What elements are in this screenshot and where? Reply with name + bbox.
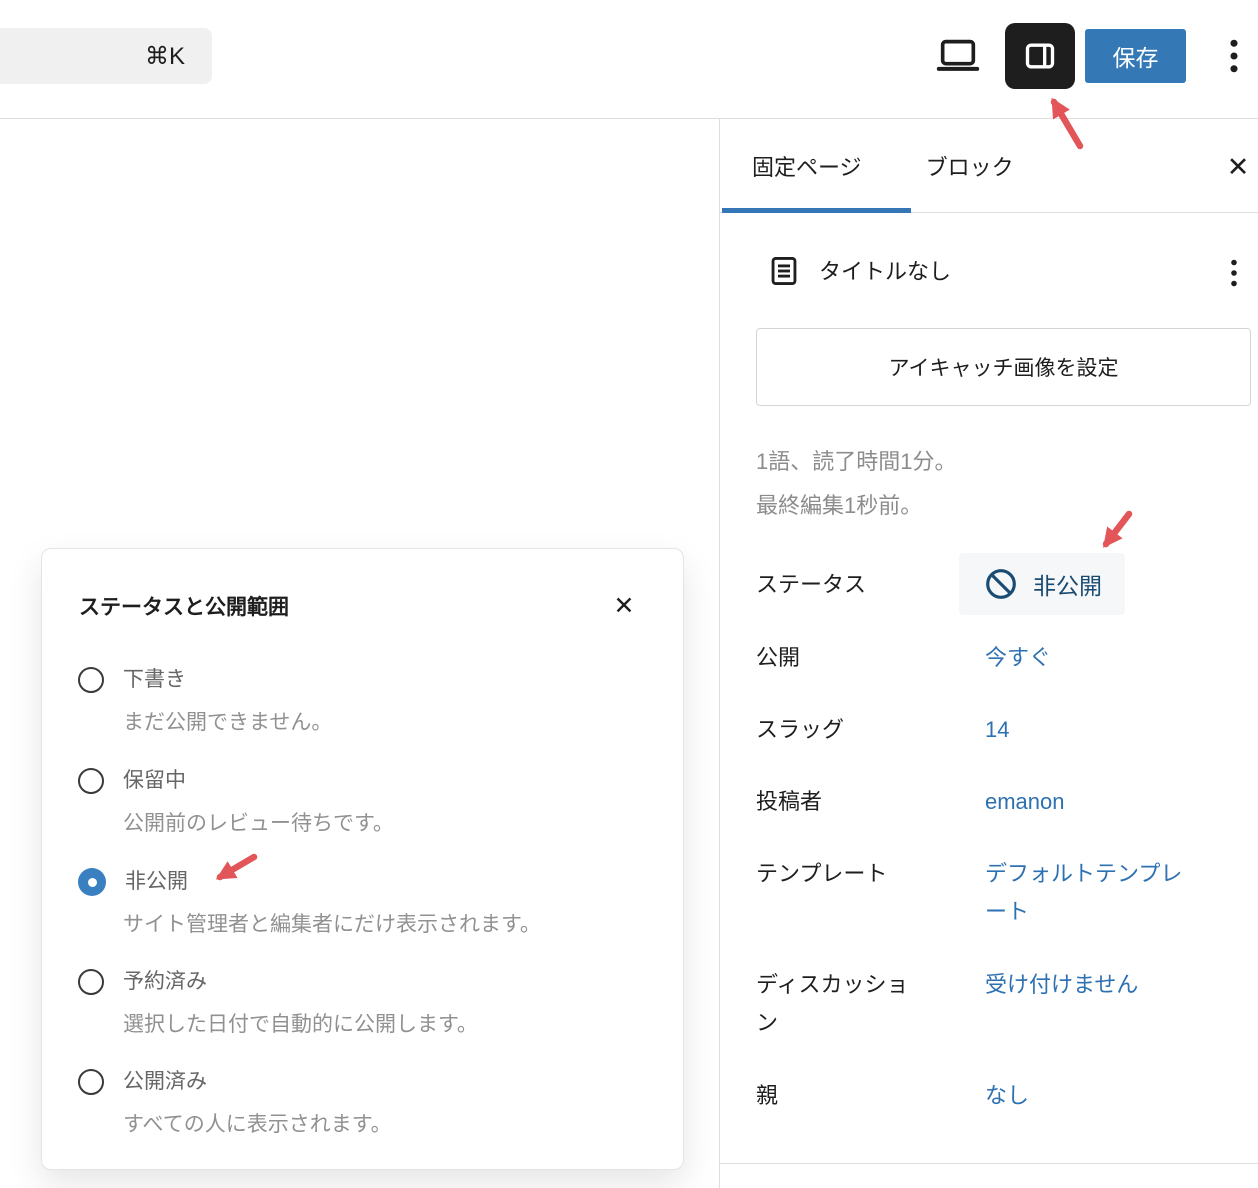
wordpress-editor-screen: ⌘K 保存 固定ページ ブロック ✕ タイトルなし アイキャッチ画像を設定 1語… [0, 0, 1258, 1188]
row-label: 親 [756, 1083, 779, 1108]
page-title: タイトルなし [819, 259, 952, 284]
settings-sidebar: 固定ページ ブロック ✕ タイトルなし アイキャッチ画像を設定 1語、読了時間1… [719, 119, 1258, 1188]
option-label: 保留中 [123, 769, 186, 792]
parent-value-link[interactable]: なし [985, 1077, 1200, 1115]
featured-image-button-label: アイキャッチ画像を設定 [888, 357, 1119, 380]
sidebar-section-divider [720, 1163, 1258, 1164]
command-shortcut-hint: ⌘K [144, 42, 185, 70]
kebab-menu-icon [1217, 36, 1251, 76]
prohibited-icon [982, 565, 1020, 603]
template-value-link[interactable]: デフォルトテンプレート [985, 855, 1200, 931]
setting-row-publish: 公開 今すぐ [756, 639, 1249, 677]
close-icon: ✕ [613, 592, 635, 620]
save-button-label: 保存 [1112, 45, 1159, 71]
page-actions-menu-button[interactable] [1214, 251, 1254, 295]
command-search-input[interactable]: ⌘K [0, 28, 212, 84]
option-description: サイト管理者と編集者にだけ表示されます。 [123, 913, 541, 936]
settings-sidebar-toggle-button[interactable] [1005, 23, 1075, 89]
save-button[interactable]: 保存 [1085, 29, 1186, 83]
publish-value-link[interactable]: 今すぐ [985, 639, 1200, 677]
last-edited-text: 最終編集1秒前。 [756, 493, 923, 518]
option-label: 公開済み [123, 1070, 207, 1093]
option-description: 選択した日付で自動的に公開します。 [123, 1013, 478, 1036]
laptop-icon [935, 33, 981, 79]
sidebar-panel-icon [1020, 36, 1060, 76]
kebab-menu-icon [1231, 259, 1237, 287]
status-chip-button[interactable]: 非公開 [959, 553, 1125, 615]
setting-row-parent: 親 なし [756, 1077, 1249, 1115]
radio-unselected[interactable] [78, 969, 104, 995]
status-option-scheduled[interactable]: 予約済み 選択した日付で自動的に公開します。 [78, 968, 655, 1039]
option-label: 下書き [123, 668, 186, 691]
close-sidebar-button[interactable]: ✕ [1218, 147, 1258, 187]
status-value: 非公開 [1033, 573, 1102, 599]
status-option-private[interactable]: 非公開 サイト管理者と編集者にだけ表示されます。 [78, 868, 655, 939]
setting-row-slug: スラッグ 14 [756, 711, 1249, 749]
sidebar-tabs: 固定ページ ブロック ✕ [720, 119, 1258, 213]
setting-row-author: 投稿者 emanon [756, 783, 1249, 821]
status-visibility-popover: ステータスと公開範囲 ✕ 下書き まだ公開できません。 保留中 公開前のレビュー… [41, 548, 684, 1170]
option-label: 非公開 [125, 870, 188, 893]
row-label: 公開 [756, 645, 801, 670]
author-value-link[interactable]: emanon [985, 783, 1200, 821]
discussion-value-link[interactable]: 受け付けません [985, 966, 1200, 1004]
option-label: 予約済み [123, 970, 207, 993]
radio-unselected[interactable] [78, 768, 104, 794]
editor-top-bar: ⌘K 保存 [0, 0, 1258, 119]
option-description: すべての人に表示されます。 [123, 1113, 392, 1136]
setting-row-template: テンプレート デフォルトテンプレート [756, 855, 1249, 931]
status-option-pending[interactable]: 保留中 公開前のレビュー待ちです。 [78, 767, 655, 838]
page-summary-row: タイトルなし [766, 253, 1246, 293]
popover-close-button[interactable]: ✕ [600, 582, 648, 630]
word-count-text: 1語、読了時間1分。 [756, 449, 957, 474]
radio-unselected[interactable] [78, 667, 104, 693]
setting-row-discussion: ディスカッション 受け付けません [756, 966, 1249, 1042]
row-label: 投稿者 [756, 789, 823, 814]
set-featured-image-button[interactable]: アイキャッチ画像を設定 [756, 328, 1251, 406]
active-tab-underline [722, 208, 911, 213]
row-label: ディスカッション [756, 972, 909, 1035]
radio-unselected[interactable] [78, 1069, 104, 1095]
status-option-draft[interactable]: 下書き まだ公開できません。 [78, 666, 655, 737]
close-icon: ✕ [1226, 151, 1250, 182]
slug-value-link[interactable]: 14 [985, 711, 1200, 749]
preview-button[interactable] [928, 26, 988, 86]
tab-page[interactable]: 固定ページ [752, 150, 862, 182]
option-description: 公開前のレビュー待ちです。 [123, 812, 394, 835]
option-description: まだ公開できません。 [123, 711, 333, 734]
tab-block[interactable]: ブロック [926, 150, 1014, 182]
row-label: ステータス [756, 572, 867, 597]
row-label: テンプレート [756, 861, 888, 886]
status-option-published[interactable]: 公開済み すべての人に表示されます。 [78, 1068, 655, 1139]
options-menu-button[interactable] [1214, 26, 1254, 86]
row-label: スラッグ [756, 717, 845, 742]
radio-selected[interactable] [78, 868, 106, 896]
popover-title: ステータスと公開範囲 [79, 596, 289, 619]
page-document-icon [766, 253, 802, 289]
setting-row-status: ステータス 非公開 [756, 553, 1249, 615]
